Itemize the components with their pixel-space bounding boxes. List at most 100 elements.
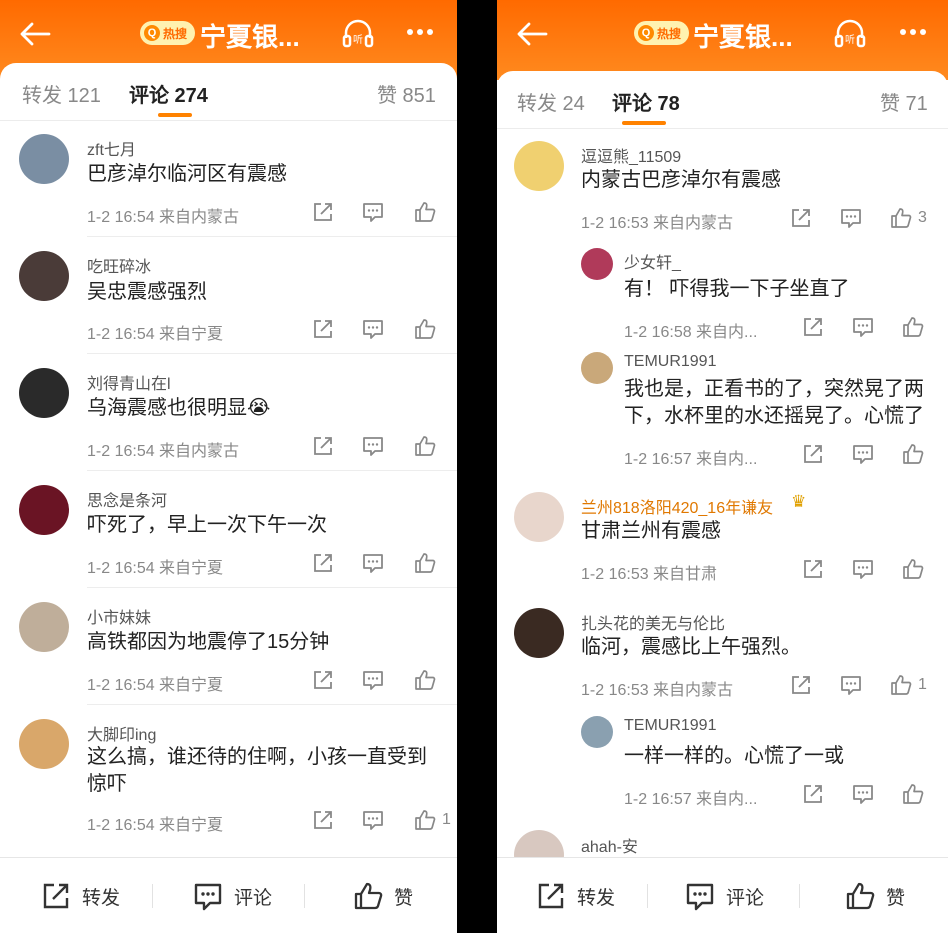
share-icon	[538, 883, 564, 909]
username[interactable]: 逗逗熊_11509	[581, 143, 681, 167]
hot-search-badge[interactable]: Q 热搜	[140, 21, 196, 45]
username[interactable]: ahah-安	[581, 833, 638, 857]
thumbs-up-icon[interactable]	[902, 443, 924, 465]
share-icon[interactable]	[790, 207, 812, 229]
thumbs-up-icon[interactable]	[414, 669, 436, 691]
comment-icon[interactable]	[362, 201, 384, 223]
thumbs-up-icon[interactable]	[902, 558, 924, 580]
thumbs-up-icon[interactable]	[414, 318, 436, 340]
username[interactable]: TEMUR1991	[624, 353, 716, 371]
hot-search-badge[interactable]: Q 热搜	[634, 21, 690, 45]
tab-repost[interactable]: 转发 121	[22, 79, 101, 108]
comment-icon[interactable]	[840, 674, 862, 696]
username[interactable]: 刘得青山在l	[87, 370, 171, 394]
avatar[interactable]	[581, 352, 613, 384]
comment-meta: 1-2 16:58 来自内...	[624, 324, 758, 341]
share-icon[interactable]	[802, 316, 824, 338]
share-icon[interactable]	[790, 674, 812, 696]
thumbs-up-icon[interactable]	[902, 316, 924, 338]
comment-button[interactable]: 评论	[192, 878, 272, 914]
search-icon: Q	[144, 25, 160, 41]
svg-text:听: 听	[353, 34, 363, 46]
avatar[interactable]	[19, 134, 69, 184]
back-arrow-icon[interactable]	[515, 20, 549, 48]
username[interactable]: 小市妹妹	[87, 604, 151, 628]
tab-bar: 转发 121 评论 274 赞 851	[0, 63, 457, 121]
avatar[interactable]	[514, 492, 564, 542]
thumbs-up-icon[interactable]	[890, 674, 912, 696]
repost-button[interactable]: 转发	[40, 878, 120, 914]
comment-icon[interactable]	[362, 435, 384, 457]
page-title: 宁夏银...	[200, 22, 300, 52]
share-icon[interactable]	[312, 201, 334, 223]
thumbs-up-icon[interactable]	[902, 783, 924, 805]
like-button[interactable]: 赞	[844, 878, 905, 914]
avatar[interactable]	[514, 141, 564, 191]
repost-label: 转发	[577, 887, 616, 909]
avatar[interactable]	[19, 485, 69, 535]
thumbs-up-icon[interactable]	[414, 552, 436, 574]
more-icon[interactable]	[402, 16, 438, 52]
thumbs-up-icon[interactable]	[414, 809, 436, 831]
comment-icon[interactable]	[362, 669, 384, 691]
username[interactable]: TEMUR1991	[624, 717, 716, 735]
share-icon[interactable]	[312, 318, 334, 340]
listen-icon[interactable]: 听	[832, 16, 868, 52]
avatar[interactable]	[581, 248, 613, 280]
like-button[interactable]: 赞	[352, 878, 413, 914]
username[interactable]: 吃旺碎冰	[87, 253, 151, 277]
search-icon: Q	[638, 25, 654, 41]
more-icon[interactable]	[895, 16, 931, 52]
tab-like[interactable]: 赞 71	[880, 87, 928, 116]
comment-text: 我也是，正看书的了，突然晃了两下，水杯里的水还摇晃了。心慌了	[624, 378, 924, 427]
avatar[interactable]	[514, 608, 564, 658]
page-title: 宁夏银...	[693, 22, 793, 52]
username[interactable]: 兰州818洛阳420_16年谦友	[581, 494, 773, 518]
share-icon[interactable]	[312, 435, 334, 457]
share-icon[interactable]	[312, 669, 334, 691]
comment-meta: 1-2 16:54 来自宁夏	[87, 677, 224, 694]
comment-meta: 1-2 16:57 来自内...	[624, 451, 758, 468]
avatar[interactable]	[581, 716, 613, 748]
divider	[799, 884, 800, 908]
share-icon[interactable]	[802, 783, 824, 805]
username[interactable]: 大脚印ing	[87, 721, 156, 745]
comment-icon[interactable]	[852, 316, 874, 338]
username[interactable]: 扎头花的美无与伦比	[581, 610, 725, 634]
listen-icon[interactable]: 听	[340, 16, 376, 52]
share-icon[interactable]	[312, 809, 334, 831]
comment-icon[interactable]	[852, 558, 874, 580]
comment-icon[interactable]	[362, 809, 384, 831]
comment-icon[interactable]	[852, 783, 874, 805]
tab-comment[interactable]: 评论 274	[129, 79, 208, 108]
avatar[interactable]	[19, 368, 69, 418]
right-screen: Q 热搜 宁夏银... 听 转发 24 评论 78 赞 71 逗逗熊_11509…	[497, 0, 948, 933]
avatar[interactable]	[19, 602, 69, 652]
back-arrow-icon[interactable]	[18, 20, 52, 48]
comment-text: 这么搞，谁还待的住啊，小孩一直受到惊吓	[87, 746, 427, 795]
top-bar: Q 热搜 宁夏银... 听	[497, 0, 948, 80]
avatar[interactable]	[19, 719, 69, 769]
tab-comment[interactable]: 评论 78	[612, 87, 680, 116]
like-label: 赞	[886, 887, 906, 909]
username[interactable]: 思念是条河	[87, 487, 167, 511]
tab-like[interactable]: 赞 851	[377, 79, 436, 108]
comment-icon[interactable]	[362, 318, 384, 340]
thumbs-up-icon[interactable]	[414, 201, 436, 223]
comment-button[interactable]: 评论	[684, 878, 764, 914]
comment-icon[interactable]	[852, 443, 874, 465]
comment-meta: 1-2 16:53 来自甘肃	[581, 566, 718, 583]
active-tab-indicator	[158, 113, 192, 117]
avatar[interactable]	[19, 251, 69, 301]
thumbs-up-icon[interactable]	[890, 207, 912, 229]
tab-repost[interactable]: 转发 24	[517, 87, 585, 116]
repost-button[interactable]: 转发	[535, 878, 615, 914]
username[interactable]: zft七月	[87, 136, 136, 160]
share-icon[interactable]	[312, 552, 334, 574]
thumbs-up-icon[interactable]	[414, 435, 436, 457]
username[interactable]: 少女轩_	[624, 249, 681, 273]
comment-icon[interactable]	[362, 552, 384, 574]
comment-icon[interactable]	[840, 207, 862, 229]
share-icon[interactable]	[802, 558, 824, 580]
share-icon[interactable]	[802, 443, 824, 465]
